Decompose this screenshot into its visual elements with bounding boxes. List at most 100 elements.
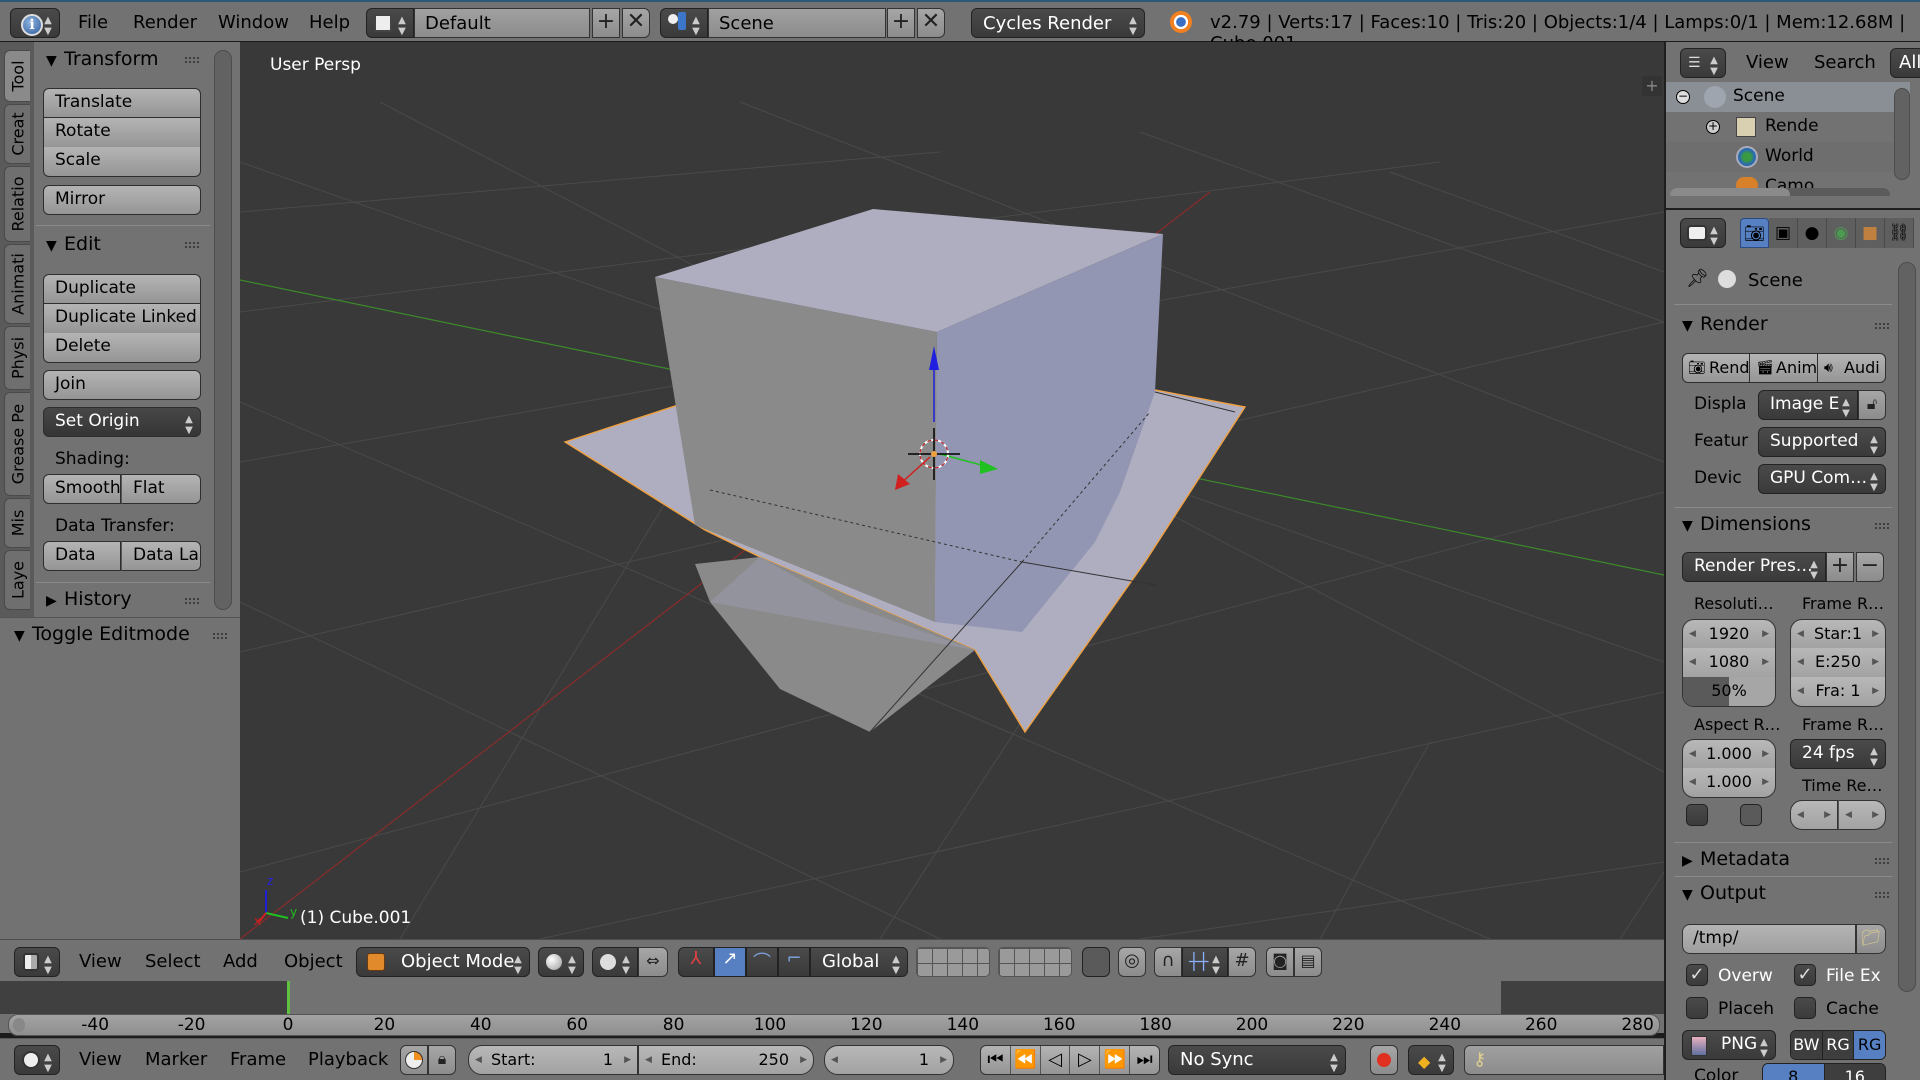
join-button[interactable]: Join (43, 370, 201, 400)
manipulator-toggle-button[interactable]: ⇔ (638, 947, 668, 977)
drag-grip-icon[interactable] (184, 597, 200, 605)
menu-view[interactable]: View (79, 1049, 122, 1070)
outliner-item-render-layers[interactable]: + Rende (1666, 112, 1910, 142)
tab-relations[interactable]: Relatio (4, 166, 30, 242)
lock-interface-button[interactable]: 🔓︎ (1858, 390, 1886, 420)
jump-end-icon[interactable]: ⏭ (1130, 1046, 1159, 1074)
feature-set-dropdown[interactable]: Supported ▲ ▼ (1758, 427, 1886, 457)
color-mode-rgba[interactable]: RG (1854, 1031, 1885, 1059)
play-icon[interactable]: ▷ (1070, 1046, 1101, 1074)
border-checkbox[interactable] (1686, 804, 1708, 826)
render-layers-tab[interactable]: ▣ (1769, 218, 1798, 248)
resolution-percentage-slider[interactable]: 50% (1682, 677, 1776, 707)
tab-grease-pencil[interactable]: Grease Pe (4, 392, 30, 496)
drag-grip-icon[interactable] (1874, 322, 1890, 330)
add-preset-button[interactable]: + (1826, 552, 1854, 582)
viewport-shading-dropdown[interactable]: ▲ ▼ (538, 947, 584, 977)
menu-select[interactable]: Select (145, 951, 201, 972)
color-depth-8[interactable]: 8 (1763, 1064, 1825, 1080)
prev-keyframe-icon[interactable]: ⏪ (1011, 1046, 1041, 1074)
shade-smooth-button[interactable]: Smooth (43, 474, 121, 504)
pivot-point-dropdown[interactable]: ▲ ▼ (592, 947, 638, 977)
time-remap-new-field[interactable]: ◀ ▶ (1838, 800, 1886, 830)
overwrite-checkbox[interactable]: ✓ (1686, 964, 1708, 986)
menu-view[interactable]: View (79, 951, 122, 972)
tab-physics[interactable]: Physi (4, 326, 30, 390)
resolution-y-field[interactable]: ◀ 1080 ▶ (1682, 648, 1776, 678)
color-mode-rgb[interactable]: RG (1822, 1031, 1855, 1059)
auto-keyframe-button[interactable] (1370, 1045, 1398, 1075)
duplicate-linked-button[interactable]: Duplicate Linked (43, 304, 201, 334)
constraints-tab[interactable]: ⛓︎ (1885, 218, 1914, 248)
frame-start-field[interactable]: ◀ Start: 1 ▶ (468, 1045, 638, 1075)
browse-folder-button[interactable]: 📁︎ (1856, 924, 1886, 954)
jump-start-icon[interactable]: ⏮ (981, 1046, 1011, 1074)
aspect-x-field[interactable]: ◀ 1.000 ▶ (1682, 739, 1776, 769)
screen-layout-name[interactable]: Default (414, 8, 590, 38)
menu-marker[interactable]: Marker (145, 1049, 207, 1070)
tab-animation[interactable]: Animati (4, 244, 30, 324)
menu-playback[interactable]: Playback (308, 1049, 388, 1070)
render-opengl-animation-button[interactable]: ▤ (1294, 947, 1322, 977)
scene-browse[interactable]: ▲ ▼ (660, 8, 708, 38)
editor-type-selector[interactable]: ▲ ▼ (14, 947, 60, 977)
snap-target-button[interactable]: # (1228, 947, 1256, 977)
pin-icon[interactable]: 📌︎ (1686, 268, 1709, 289)
delete-screen-button[interactable]: ✕ (622, 8, 650, 38)
editor-type-selector[interactable]: ▲ ▼ (1680, 218, 1726, 248)
menu-file[interactable]: File (78, 12, 108, 33)
file-format-dropdown[interactable]: PNG ▲ ▼ (1682, 1030, 1776, 1060)
play-reverse-icon[interactable]: ◁ (1041, 1046, 1071, 1074)
menu-help[interactable]: Help (309, 12, 350, 33)
render-engine-dropdown[interactable]: Cycles Render ▲ ▼ (971, 8, 1145, 38)
tab-misc[interactable]: Mis (4, 498, 30, 548)
set-origin-dropdown[interactable]: Set Origin ▲ ▼ (43, 407, 201, 437)
display-dropdown[interactable]: Image E ▲ ▼ (1758, 390, 1858, 420)
translate-manipulator-button[interactable]: ↗ (714, 947, 746, 977)
frame-start-field[interactable]: ◀ Star:1 ▶ (1790, 619, 1886, 649)
drag-grip-icon[interactable] (184, 241, 200, 249)
frame-end-field[interactable]: ◀ End: 250 ▶ (638, 1045, 814, 1075)
frame-rate-dropdown[interactable]: 24 fps ▲ ▼ (1790, 739, 1886, 769)
drag-grip-icon[interactable] (1874, 857, 1890, 865)
outliner-horizontal-scrollbar[interactable] (1670, 188, 1890, 196)
keyframe-type-dropdown[interactable]: ◆ ▲ ▼ (1408, 1045, 1454, 1075)
scene-tab[interactable]: ● (1798, 218, 1827, 248)
panel-edit-header[interactable]: ▼ Edit (46, 233, 101, 255)
menu-add[interactable]: Add (223, 951, 258, 972)
editor-type-selector[interactable]: ▲ ▼ (14, 1045, 60, 1075)
frame-end-field[interactable]: ◀ E:250 ▶ (1790, 648, 1886, 678)
delete-scene-button[interactable]: ✕ (917, 8, 945, 38)
world-tab[interactable]: ◉ (1827, 218, 1856, 248)
aspect-y-field[interactable]: ◀ 1.000 ▶ (1682, 768, 1776, 798)
placeholders-checkbox[interactable] (1686, 997, 1708, 1019)
scene-name[interactable]: Scene (708, 8, 886, 38)
data-transfer-button[interactable]: Data (43, 541, 121, 571)
outliner-vertical-scrollbar[interactable] (1894, 88, 1910, 180)
menu-search[interactable]: Search (1814, 52, 1876, 73)
tab-layers[interactable]: Laye (4, 550, 30, 610)
mirror-button[interactable]: Mirror (43, 185, 201, 215)
use-preview-range-button[interactable] (400, 1045, 428, 1075)
translate-manipulator-axes-button[interactable]: ⅄ (678, 947, 714, 977)
drag-grip-icon[interactable] (212, 632, 228, 640)
translate-button[interactable]: Translate (43, 88, 201, 118)
data-layout-button[interactable]: Data La (121, 541, 201, 571)
crop-checkbox[interactable] (1740, 804, 1762, 826)
scrollbar-thumb[interactable] (1670, 188, 1790, 196)
screen-layout-browse[interactable]: ▲ ▼ (366, 8, 414, 38)
current-frame-field[interactable]: ◀ 1 ▶ (824, 1045, 954, 1075)
output-path-field[interactable]: /tmp/ (1682, 924, 1856, 954)
rotate-button[interactable]: Rotate (43, 118, 201, 148)
interaction-mode-dropdown[interactable]: Object Mode ▲ ▼ (356, 947, 530, 977)
panel-dimensions-header[interactable]: ▼ Dimensions (1682, 513, 1811, 535)
duplicate-button[interactable]: Duplicate (43, 274, 201, 304)
delete-button[interactable]: Delete (43, 333, 201, 363)
panel-render-header[interactable]: ▼ Render (1682, 313, 1768, 335)
tab-tool[interactable]: Tool (4, 50, 30, 102)
keying-set-field[interactable]: ⚷ (1464, 1045, 1664, 1075)
editor-type-selector[interactable]: i ▲ ▼ (10, 8, 60, 38)
scale-manipulator-button[interactable]: ⌐ (778, 947, 810, 977)
expand-toggle-icon[interactable]: + (1706, 120, 1720, 134)
add-scene-button[interactable]: + (887, 8, 915, 38)
